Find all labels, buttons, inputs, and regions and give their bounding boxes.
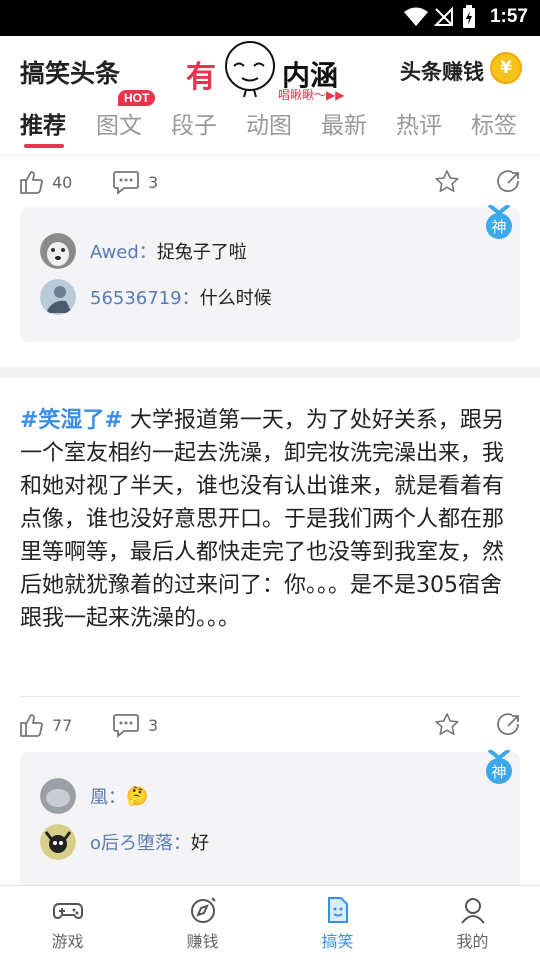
nav-label: 我的 xyxy=(456,932,489,951)
post-card: 40 3 神 Awed： 捉兔子了啦 56536719： 什么时候 xyxy=(0,157,540,367)
share-icon[interactable] xyxy=(496,169,522,195)
avatar[interactable] xyxy=(40,279,76,315)
post-actions: 77 3 xyxy=(0,702,540,752)
comment-count: 3 xyxy=(148,715,159,735)
comment-item[interactable]: 凰： 🤔 xyxy=(40,778,148,814)
comment-count: 3 xyxy=(148,172,159,192)
god-comment-badge-icon: 神 xyxy=(486,750,512,784)
logo-subtitle: 唱瞅瞅～▶▶ xyxy=(278,88,345,102)
comment-item[interactable]: 56536719： 什么时候 xyxy=(40,279,272,315)
nav-label: 搞笑 xyxy=(321,932,354,951)
nav-earn[interactable]: 赚钱 xyxy=(135,896,270,952)
comment-icon xyxy=(113,171,139,195)
hot-badge: HOT xyxy=(118,90,156,106)
comment-item[interactable]: Awed： 捉兔子了啦 xyxy=(40,233,247,269)
svg-text:神: 神 xyxy=(491,763,506,781)
active-tab-indicator xyxy=(24,144,64,148)
post-card: #笑湿了# 大学报道第一天，为了处好关系，跟另一个室友相约一起去洗澡，卸完妆洗完… xyxy=(0,378,540,885)
tab-recommend[interactable]: 推荐 xyxy=(20,106,66,140)
comment-username[interactable]: 56536719： xyxy=(90,284,200,310)
app-logo: 有 内涵 唱瞅瞅～▶▶ xyxy=(186,40,356,104)
tab-jokes[interactable]: 段子 xyxy=(171,106,217,140)
like-count: 40 xyxy=(52,172,73,192)
post-actions: 40 3 xyxy=(0,157,540,207)
no-signal-icon xyxy=(434,7,453,26)
post-body[interactable]: #笑湿了# 大学报道第一天，为了处好关系，跟另一个室友相约一起去洗澡，卸完妆洗完… xyxy=(20,404,520,635)
comment-button[interactable]: 3 xyxy=(112,169,158,195)
star-icon[interactable] xyxy=(434,712,460,738)
svg-text:神: 神 xyxy=(491,218,506,236)
comment-button[interactable]: 3 xyxy=(112,712,158,738)
avatar[interactable] xyxy=(40,233,76,269)
top-comments: 神 Awed： 捉兔子了啦 56536719： 什么时候 xyxy=(20,205,520,342)
nav-games[interactable]: 游戏 xyxy=(0,896,135,952)
nav-mine[interactable]: 我的 xyxy=(405,896,540,952)
tab-latest[interactable]: 最新 xyxy=(321,106,367,140)
earn-link[interactable]: 头条赚钱 xyxy=(400,56,484,86)
avatar[interactable] xyxy=(40,824,76,860)
divider xyxy=(20,696,520,697)
god-comment-badge-icon: 神 xyxy=(486,205,512,239)
top-comments: 神 凰： 🤔 o后ろ堕落： 好 xyxy=(20,750,520,885)
status-time: 1:57 xyxy=(489,6,528,27)
comment-username[interactable]: o后ろ堕落： xyxy=(90,829,191,855)
comment-text: 捉兔子了啦 xyxy=(156,242,247,263)
avatar[interactable] xyxy=(40,778,76,814)
comment-text: 🤔 xyxy=(126,785,149,807)
like-button[interactable]: 77 xyxy=(18,712,72,738)
comment-text: 好 xyxy=(191,833,210,854)
like-button[interactable]: 40 xyxy=(18,169,72,195)
brand-title: 搞笑头条 xyxy=(20,59,121,88)
compass-icon xyxy=(190,897,216,923)
post-text: 大学报道第一天，为了处好关系，跟另一个室友相约一起去洗澡，卸完妆洗完澡出来，我和… xyxy=(20,408,505,631)
nav-funny[interactable]: 搞笑 xyxy=(270,896,405,952)
comment-item[interactable]: o后ろ堕落： 好 xyxy=(40,824,209,860)
bottom-nav: 游戏 赚钱 搞笑 我的 xyxy=(0,885,540,960)
tab-image-text[interactable]: 图文 xyxy=(96,106,142,140)
status-bar: 1:57 xyxy=(0,0,540,36)
like-count: 77 xyxy=(52,715,73,735)
comment-icon xyxy=(113,714,139,738)
category-tabs: 推荐 图文 HOT 段子 动图 最新 热评 标签 xyxy=(0,90,540,156)
meme-face-icon xyxy=(225,41,275,98)
app-header: 搞笑头条 有 内涵 唱瞅瞅～▶▶ 头条赚钱 ¥ 推荐 图文 HOT 段子 动图 … xyxy=(0,36,540,156)
share-icon[interactable] xyxy=(496,712,522,738)
thumbs-up-icon xyxy=(20,171,43,194)
comment-username[interactable]: 凰： xyxy=(90,783,126,809)
post-tag[interactable]: #笑湿了# xyxy=(20,408,123,433)
star-icon[interactable] xyxy=(434,169,460,195)
logo-text-left: 有 xyxy=(186,60,216,95)
tab-gifs[interactable]: 动图 xyxy=(246,106,292,140)
wifi-icon xyxy=(404,7,428,26)
smile-doc-icon xyxy=(327,897,348,923)
thumbs-up-icon xyxy=(20,714,43,737)
comment-username[interactable]: Awed： xyxy=(90,238,157,264)
feed[interactable]: 40 3 神 Awed： 捉兔子了啦 56536719： 什么时候 #笑湿了# … xyxy=(0,157,540,885)
comment-text: 什么时候 xyxy=(199,288,272,309)
gamepad-icon xyxy=(52,903,83,920)
tab-hot-comments[interactable]: 热评 xyxy=(396,106,442,140)
user-icon xyxy=(460,898,485,924)
battery-charging-icon xyxy=(463,5,475,28)
tab-tags[interactable]: 标签 xyxy=(471,106,517,140)
coin-icon[interactable]: ¥ xyxy=(490,52,522,84)
nav-label: 游戏 xyxy=(51,932,84,951)
nav-label: 赚钱 xyxy=(186,932,219,951)
